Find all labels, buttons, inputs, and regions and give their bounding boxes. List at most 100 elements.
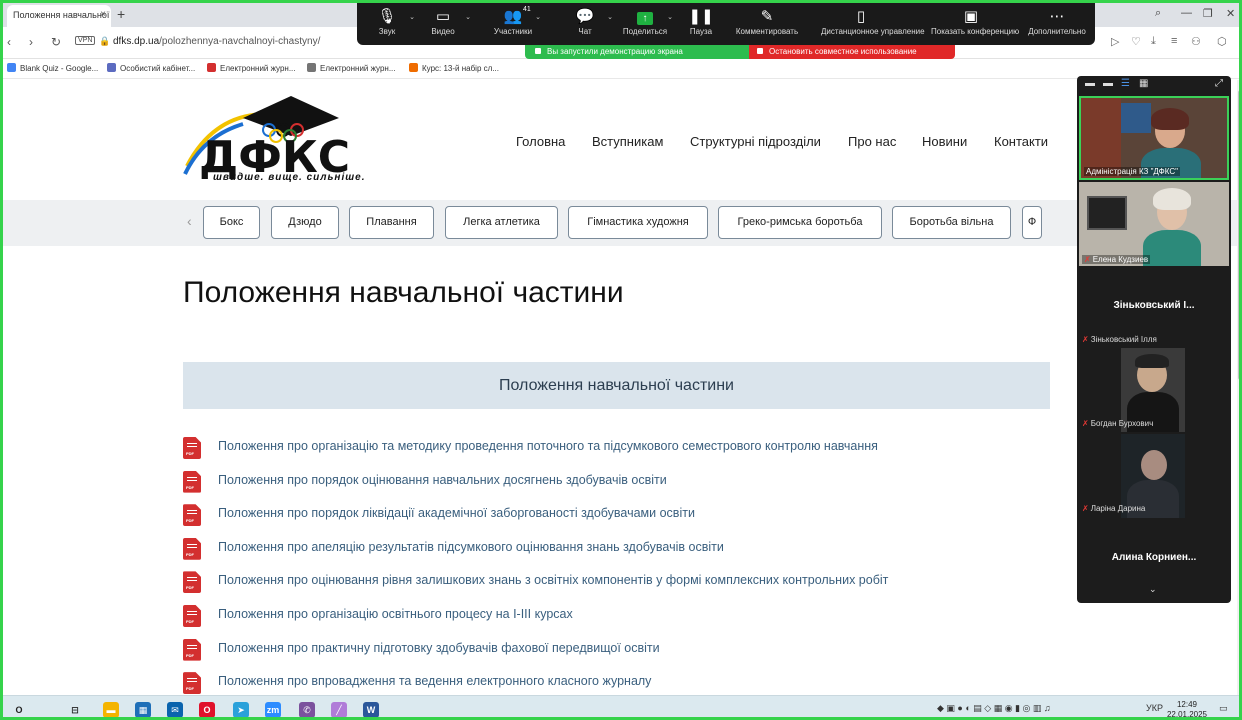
document-row[interactable]: PDF Положення про порядок оцінювання навч… <box>183 468 1083 502</box>
zoom-toolbar-remote-control-button[interactable]: ▯ Дистанционное управление <box>821 7 925 36</box>
restore-icon[interactable]: ❐ <box>1203 7 1213 20</box>
panel-scroll-down-icon[interactable]: ⌄ <box>1149 584 1157 595</box>
category-button[interactable]: Ф <box>1022 206 1042 239</box>
video-tile-elena[interactable]: ✗ Елена Кудзиев <box>1079 182 1229 266</box>
page-scrollbar[interactable] <box>1237 80 1239 695</box>
download-icon[interactable]: ⤓ <box>1151 35 1156 48</box>
bookmark-item[interactable]: Особистий кабінет... <box>107 63 195 73</box>
bookmark-item[interactable]: Електронний журн... <box>207 63 296 73</box>
lock-icon[interactable]: 🔒 <box>99 36 110 47</box>
screen-frame: Положення навчальної · × + ⌕ — ❐ ✕ ‹ › ↻… <box>0 0 1242 720</box>
zoom-toolbar-annotate-button[interactable]: ✎ Комментировать <box>727 7 807 36</box>
heart-icon[interactable]: ♡ <box>1131 35 1141 48</box>
taskbar: ◆ ▣ ● ◐ ▤ ◇ ▦ ◉ ▮ ◎ ▥ ♫ УКР 12:49 22.01.… <box>3 695 1239 717</box>
chevron-up-icon[interactable]: ⌄ <box>535 13 541 21</box>
sharing-notice-text: Вы запустили демонстрацию экрана <box>547 47 683 56</box>
category-button[interactable]: Гімнастика художня <box>568 206 708 239</box>
zoom-toolbar-show-meeting-button[interactable]: ▣ Показать конференцию <box>931 7 1019 36</box>
reload-icon[interactable]: ↻ <box>51 35 61 49</box>
nav-item[interactable]: Вступникам <box>592 134 663 149</box>
document-link[interactable]: Положення про організацію та методику пр… <box>218 439 878 453</box>
nav-item[interactable]: Про нас <box>848 134 896 149</box>
close-window-icon[interactable]: ✕ <box>1226 7 1235 20</box>
category-button[interactable]: Дзюдо <box>271 206 339 239</box>
category-button[interactable]: Плавання <box>349 206 434 239</box>
panel-single-view-icon[interactable]: ▬ <box>1103 78 1113 89</box>
calculator-icon[interactable]: ▦ <box>135 702 151 717</box>
panel-strip-view-icon[interactable]: ☰ <box>1121 78 1130 89</box>
zoom-toolbar-more-button[interactable]: ⋯ Дополнительно <box>1017 7 1097 36</box>
browser-tab[interactable]: Положення навчальної · × <box>7 5 111 27</box>
zoom-toolbar-participants-button[interactable]: 👥 Участники ⌄ 41 <box>473 6 553 36</box>
clock[interactable]: 12:49 22.01.2025 <box>1166 700 1208 717</box>
scrollbar-thumb[interactable] <box>1238 90 1239 380</box>
nav-item[interactable]: Новини <box>922 134 967 149</box>
document-link[interactable]: Положення про порядок ліквідації академі… <box>218 506 695 520</box>
document-link[interactable]: Положення про оцінювання рівня залишкови… <box>218 573 888 587</box>
viber-icon[interactable]: ✆ <box>299 702 315 717</box>
participant-tile-zinkovsky[interactable]: Зіньковський І... <box>1077 300 1231 311</box>
document-link[interactable]: Положення про практичну підготовку здобу… <box>218 641 660 655</box>
pdf-icon: PDF <box>183 504 201 527</box>
pen-icon[interactable]: ╱ <box>331 702 347 717</box>
document-link[interactable]: Положення про порядок оцінювання навчаль… <box>218 473 667 487</box>
document-link[interactable]: Положення про організацію освітнього про… <box>218 607 573 621</box>
bookmark-item[interactable]: Електронний журн... <box>307 63 396 73</box>
nav-item[interactable]: Структурні підрозділи <box>690 134 821 149</box>
document-row[interactable]: PDF Положення про організацію та методику… <box>183 434 1083 468</box>
participant-hair <box>1151 108 1189 130</box>
telegram-icon[interactable]: ➤ <box>233 702 249 717</box>
sharing-notice: Вы запустили демонстрацию экрана <box>525 45 749 59</box>
search-icon[interactable]: O <box>11 702 27 717</box>
task-view-icon[interactable]: ⊟ <box>67 702 83 717</box>
forward-icon[interactable]: › <box>29 35 33 49</box>
panel-expand-icon[interactable]: ⤢ <box>1215 78 1223 89</box>
pdf-icon: PDF <box>183 537 201 560</box>
muted-mic-icon: ✗ <box>1082 504 1089 513</box>
document-row[interactable]: PDF Положення про практичну підготовку зд… <box>183 636 1083 670</box>
category-button[interactable]: Боротьба вільна <box>892 206 1011 239</box>
menu-lines-icon[interactable]: ≡ <box>1171 35 1177 47</box>
document-row[interactable]: PDF Положення про порядок ліквідації акад… <box>183 501 1083 535</box>
search-tabs-icon[interactable]: ⌕ <box>1155 7 1161 20</box>
bookmark-label: Електронний журн... <box>320 64 396 73</box>
category-prev-icon[interactable]: ‹ <box>187 213 192 229</box>
document-row[interactable]: PDF Положення про апеляцію результатів пі… <box>183 535 1083 569</box>
chevron-up-icon[interactable]: ⌄ <box>465 13 471 21</box>
file-explorer-icon[interactable]: ▬ <box>103 702 119 717</box>
category-button[interactable]: Бокс <box>203 206 260 239</box>
document-row[interactable]: PDF Положення про впровадження та ведення… <box>183 669 1083 695</box>
back-icon[interactable]: ‹ <box>7 35 11 49</box>
language-indicator[interactable]: УКР <box>1146 703 1163 713</box>
participant-tile-alina[interactable]: Алина Корниен... <box>1077 552 1231 563</box>
new-tab-button[interactable]: + <box>117 6 125 22</box>
stop-sharing-button[interactable]: Остановить совместное использование <box>749 45 955 59</box>
bookmark-item[interactable]: Курс: 13-й набір сл... <box>409 63 499 73</box>
nav-item[interactable]: Контакти <box>994 134 1048 149</box>
opera-icon[interactable]: O <box>199 702 215 717</box>
minimize-icon[interactable]: — <box>1181 7 1192 19</box>
word-icon[interactable]: W <box>363 702 379 717</box>
document-row[interactable]: PDF Положення про організацію освітнього … <box>183 602 1083 636</box>
panel-grid-view-icon[interactable]: ▦ <box>1139 78 1148 89</box>
play-icon[interactable]: ▷ <box>1111 35 1119 48</box>
url-field[interactable]: dfks.dp.ua/polozhennya-navchalnoyi-chast… <box>113 36 320 47</box>
video-tile-admin[interactable]: Адміністрація КЗ "ДФКС" <box>1079 96 1229 180</box>
notifications-icon[interactable]: ▭ <box>1219 703 1228 714</box>
vpn-badge[interactable]: VPN <box>75 36 96 45</box>
category-button[interactable]: Легка атлетика <box>445 206 558 239</box>
document-link[interactable]: Положення про апеляцію результатів підсу… <box>218 540 724 554</box>
tray-icons[interactable]: ◆ ▣ ● ◐ ▤ ◇ ▦ ◉ ▮ ◎ ▥ ♫ <box>937 703 1051 714</box>
document-link[interactable]: Положення про впровадження та ведення ел… <box>218 674 651 688</box>
zoom-icon[interactable]: zm <box>265 702 281 717</box>
mail-icon[interactable]: ✉ <box>167 702 183 717</box>
category-button[interactable]: Греко-римська боротьба <box>718 206 882 239</box>
nav-item[interactable]: Головна <box>516 134 565 149</box>
tab-close-icon[interactable]: × <box>100 9 106 20</box>
panel-minimize-icon[interactable]: ▬ <box>1085 78 1095 89</box>
profile-icon[interactable]: ⚇ <box>1191 35 1201 48</box>
extensions-icon[interactable]: ⬡ <box>1217 35 1227 48</box>
zoom-toolbar-camera-button[interactable]: ▭ Видео ⌄ <box>403 7 483 36</box>
document-row[interactable]: PDF Положення про оцінювання рівня залишк… <box>183 568 1083 602</box>
bookmark-item[interactable]: Blank Quiz - Google... <box>7 63 98 73</box>
